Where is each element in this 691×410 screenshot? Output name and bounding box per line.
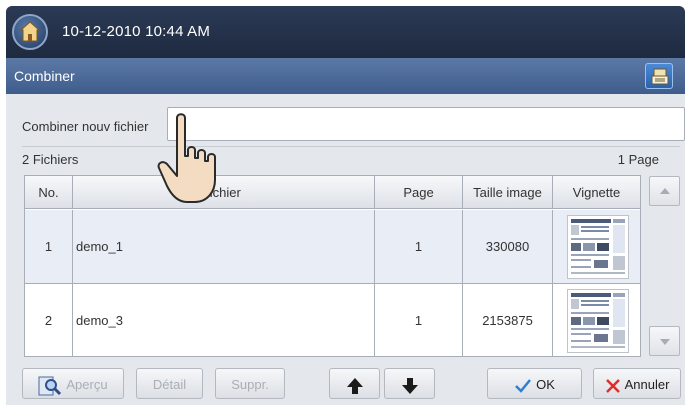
table-header: No. fichier Page Taille image Vignette: [25, 176, 640, 209]
combine-name-label: Combiner nouv fichier: [22, 119, 149, 134]
delete-button-label: Suppr.: [231, 377, 269, 392]
datetime-display: 10-12-2010 10:44 AM: [62, 23, 211, 40]
row-size: 330080: [463, 210, 553, 283]
chevron-down-icon: [660, 339, 670, 345]
detail-button[interactable]: Détail: [136, 368, 203, 399]
table-row[interactable]: 2 demo_3 1 2153875: [25, 284, 640, 358]
home-button[interactable]: [12, 14, 48, 50]
cancel-button[interactable]: Annuler: [593, 368, 681, 399]
hand-pointer-icon: [157, 113, 216, 203]
row-number: 2: [25, 284, 73, 357]
row-size: 2153875: [463, 284, 553, 357]
delete-button[interactable]: Suppr.: [215, 368, 285, 399]
row-file-name: demo_1: [73, 210, 375, 283]
magnifier-document-icon: [38, 376, 62, 396]
row-page: 1: [375, 284, 463, 357]
page-count: 1 Page: [617, 152, 659, 167]
page-title: Combiner: [14, 68, 75, 84]
column-header-size[interactable]: Taille image: [463, 176, 553, 209]
files-count: 2 Fichiers: [22, 152, 79, 167]
cancel-button-label: Annuler: [624, 377, 670, 392]
scroll-up-button[interactable]: [649, 176, 680, 206]
table-row[interactable]: 1 demo_1 1 330080: [25, 210, 640, 284]
checkmark-icon: [515, 378, 532, 393]
document-stack-icon: [651, 68, 669, 85]
arrow-down-icon: [401, 377, 418, 394]
ok-button[interactable]: OK: [487, 368, 582, 399]
row-number: 1: [25, 210, 73, 283]
preview-button[interactable]: Aperçu: [22, 368, 124, 399]
row-thumbnail-cell: [553, 210, 640, 283]
title-bar: Combiner: [6, 58, 685, 94]
status-bar: 10-12-2010 10:44 AM: [6, 6, 685, 58]
thumbnail-image[interactable]: [567, 289, 629, 353]
job-status-button[interactable]: [645, 63, 673, 89]
divider: [22, 146, 680, 147]
column-header-no[interactable]: No.: [25, 176, 73, 209]
arrow-up-icon: [346, 377, 363, 394]
main-panel: Combiner nouv fichier 2 Fichiers 1 Page …: [6, 94, 685, 405]
thumbnail-image[interactable]: [567, 215, 629, 279]
detail-button-label: Détail: [152, 377, 187, 392]
scrollbar-track[interactable]: [654, 208, 675, 324]
preview-button-label: Aperçu: [66, 377, 108, 392]
move-down-button[interactable]: [384, 368, 435, 399]
file-table: No. fichier Page Taille image Vignette 1…: [24, 175, 641, 357]
chevron-up-icon: [660, 188, 670, 194]
row-file-name: demo_3: [73, 284, 375, 357]
scroll-down-button[interactable]: [649, 326, 680, 356]
x-icon: [605, 378, 620, 393]
row-thumbnail-cell: [553, 284, 640, 357]
column-header-page[interactable]: Page: [375, 176, 463, 209]
ok-button-label: OK: [536, 377, 555, 392]
column-header-thumbnail[interactable]: Vignette: [553, 176, 640, 209]
home-icon: [20, 21, 40, 42]
combine-name-input[interactable]: [167, 107, 685, 141]
move-up-button[interactable]: [329, 368, 380, 399]
row-page: 1: [375, 210, 463, 283]
